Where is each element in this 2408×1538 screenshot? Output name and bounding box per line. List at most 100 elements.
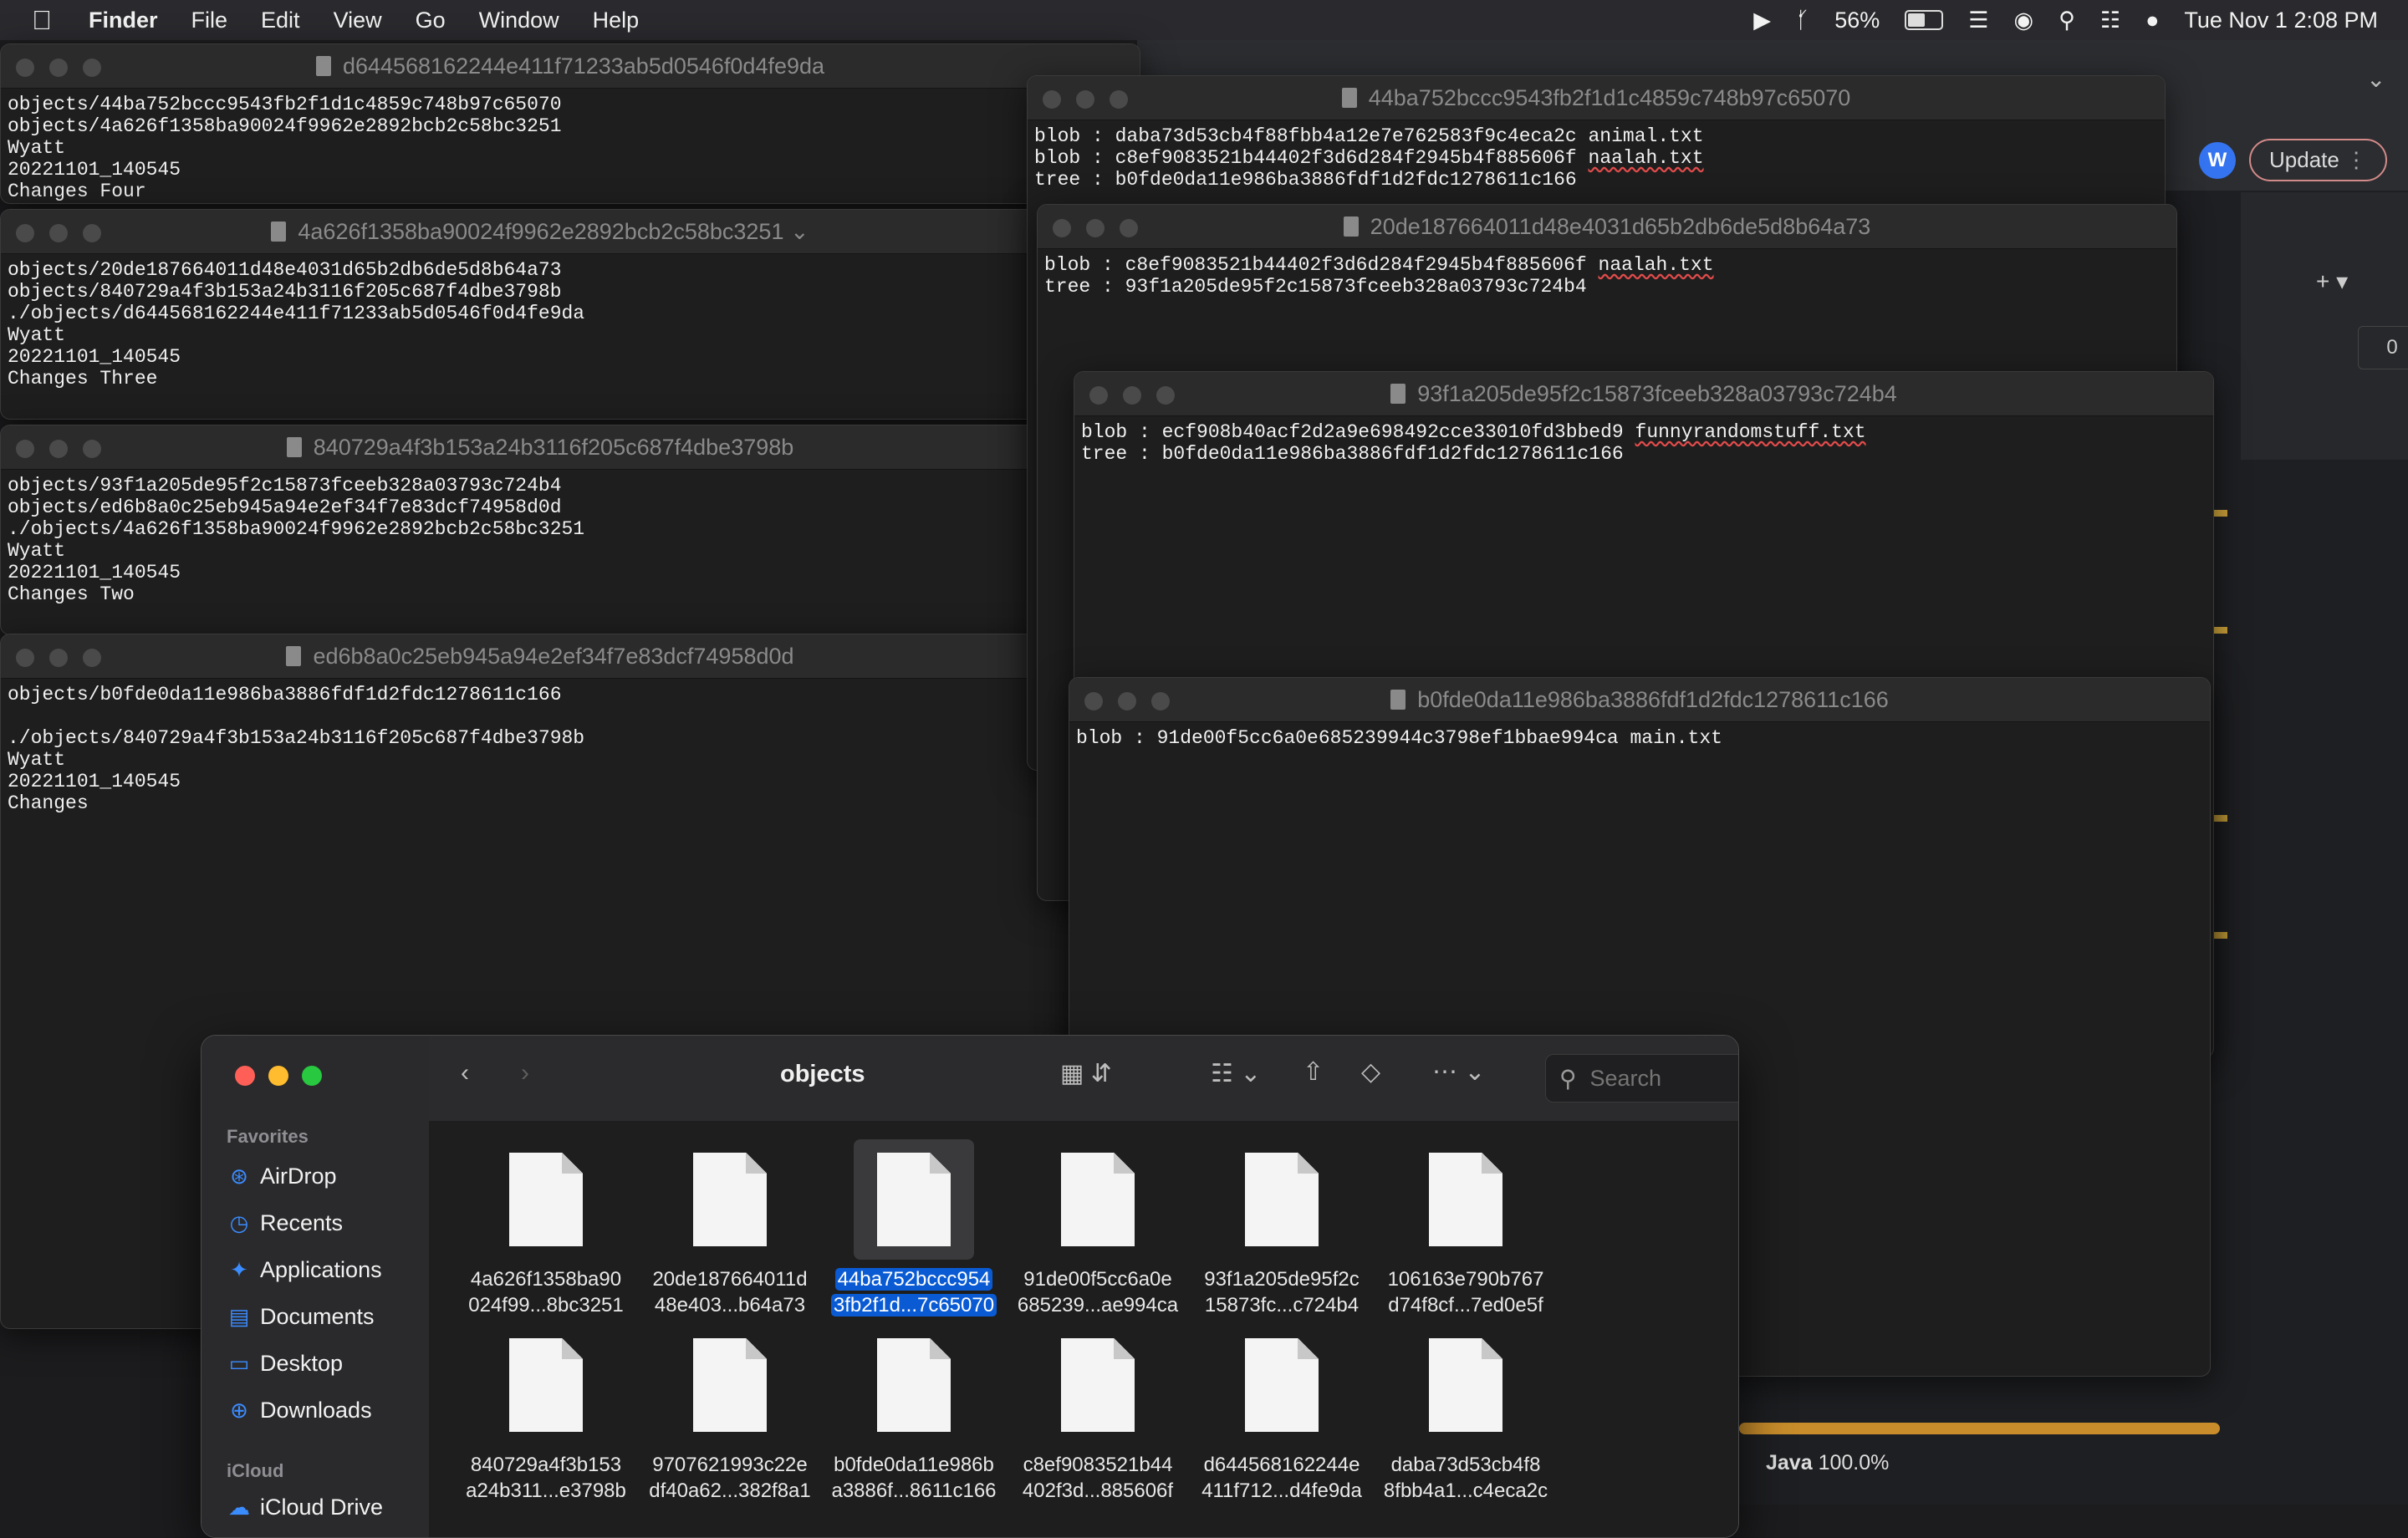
search-input[interactable] [1588, 1064, 1738, 1092]
siri-icon[interactable]: ● [2145, 8, 2159, 33]
zoom-button[interactable] [1110, 90, 1128, 109]
avatar[interactable]: W [2199, 142, 2236, 179]
misspelled-filename: naalah.txt [1598, 254, 1714, 276]
object-window-d644568[interactable]: d644568162244e411f71233ab5d0546f0d4fe9da… [0, 43, 1140, 204]
close-button[interactable] [16, 440, 34, 458]
file-item[interactable]: 93f1a205de95f2c 15873fc...c724b4 [1190, 1139, 1374, 1318]
menu-help[interactable]: Help [593, 8, 640, 33]
zoom-button[interactable] [1156, 386, 1175, 405]
zoom-button[interactable] [1120, 219, 1138, 237]
file-name-line: a3886f...8611c166 [831, 1479, 997, 1502]
menu-file[interactable]: File [191, 8, 228, 33]
window-title: 44ba752bccc9543fb2f1d1c4859c748b97c65070 [1368, 84, 1851, 110]
menu-app-name[interactable]: Finder [89, 8, 158, 33]
finder-window[interactable]: Favorites ⊛ AirDrop ◷ Recents ✦ Application… [201, 1035, 1739, 1538]
more-actions-icon[interactable]: ⋯ ⌄ [1432, 1057, 1485, 1087]
menu-go[interactable]: Go [416, 8, 446, 33]
file-item[interactable]: c8ef9083521b44 402f3d...885606f [1006, 1325, 1190, 1504]
apple-menu-icon[interactable]:  [32, 5, 52, 36]
sidebar-item-applications[interactable]: ✦ Applications [227, 1250, 382, 1290]
play-status-icon[interactable]: ▶ [1753, 8, 1771, 33]
object-window-840729a[interactable]: 840729a4f3b153a24b3116f205c687f4dbe3798b… [0, 425, 1080, 635]
back-icon[interactable]: ‹ [461, 1059, 469, 1087]
battery-icon[interactable] [1905, 10, 1944, 30]
spotlight-search-icon[interactable]: ⚲ [2059, 8, 2075, 33]
add-icon[interactable]: + ▾ [2316, 267, 2348, 295]
close-button[interactable] [1053, 219, 1071, 237]
file-name-line: 411f712...d4fe9da [1201, 1479, 1362, 1502]
menu-window[interactable]: Window [479, 8, 559, 33]
bluetooth-icon[interactable]: ᚶ [1796, 8, 1809, 33]
zoom-button[interactable] [1151, 692, 1170, 710]
airdrop-icon: ⊛ [230, 1163, 248, 1189]
minimize-button[interactable] [1123, 386, 1141, 405]
menu-clock[interactable]: Tue Nov 1 2:08 PM [2184, 8, 2378, 33]
file-item[interactable]: 20de187664011d 48e403...b64a73 [638, 1139, 822, 1318]
counter-field[interactable]: 0 [2358, 326, 2408, 369]
close-button[interactable] [16, 649, 34, 667]
window-title: 93f1a205de95f2c15873fceeb328a03793c724b4 [1417, 380, 1897, 406]
zoom-button[interactable] [83, 649, 101, 667]
file-name: 840729a4f3b153 a24b311...e3798b [454, 1452, 638, 1504]
object-window-4a626f1[interactable]: 4a626f1358ba90024f9962e2892bcb2c58bc3251… [0, 209, 1080, 420]
minimize-button[interactable] [49, 224, 68, 242]
chevron-down-icon[interactable]: ⌄ [2366, 65, 2385, 93]
file-item[interactable]: 840729a4f3b153 a24b311...e3798b [454, 1325, 638, 1504]
sidebar-item-recents[interactable]: ◷ Recents [227, 1203, 343, 1243]
forward-icon[interactable]: › [521, 1059, 529, 1087]
control-center-icon[interactable]: ☷ [2100, 8, 2120, 33]
user-account-icon[interactable]: ◉ [2014, 8, 2034, 33]
sidebar-item-documents[interactable]: ▤ Documents [227, 1296, 375, 1337]
close-button[interactable] [1089, 386, 1108, 405]
minimize-button[interactable] [49, 59, 68, 77]
zoom-button[interactable] [83, 59, 101, 77]
group-icon[interactable]: ☷ ⌄ [1211, 1059, 1261, 1088]
update-button[interactable]: Update ⋮ [2249, 139, 2388, 181]
close-button[interactable] [16, 224, 34, 242]
minimize-button[interactable] [1086, 219, 1105, 237]
menu-view[interactable]: View [334, 8, 382, 33]
chevron-down-icon[interactable]: ⌄ [790, 219, 809, 244]
file-name-line: 840729a4f3b153 [470, 1454, 622, 1476]
minimize-button[interactable] [1118, 692, 1136, 710]
sidebar-item-downloads[interactable]: ⊕ Downloads [227, 1390, 371, 1430]
sidebar-item-airdrop[interactable]: ⊛ AirDrop [227, 1156, 336, 1196]
minimize-button[interactable] [1076, 90, 1094, 109]
sidebar-item-icloud-drive[interactable]: ☁ iCloud Drive [227, 1487, 383, 1527]
downloads-icon: ⊕ [230, 1397, 248, 1423]
file-name-line: d74f8cf...7ed0e5f [1388, 1294, 1543, 1316]
file-item[interactable]: 9707621993c22e df40a62...382f8a1 [638, 1325, 822, 1504]
zoom-button[interactable] [83, 224, 101, 242]
file-item[interactable]: 106163e790b767 d74f8cf...7ed0e5f [1374, 1139, 1558, 1318]
zoom-button[interactable] [302, 1066, 322, 1086]
file-item[interactable]: 44ba752bccc954 3fb2f1d...7c65070 [822, 1139, 1006, 1318]
menu-edit[interactable]: Edit [261, 8, 300, 33]
sidebar-item-desktop[interactable]: ▭ Desktop [227, 1343, 343, 1383]
file-item[interactable]: b0fde0da11e986b a3886f...8611c166 [822, 1325, 1006, 1504]
close-button[interactable] [16, 59, 34, 77]
close-button[interactable] [1043, 90, 1061, 109]
misspelled-filename: naalah.txt [1588, 147, 1704, 169]
file-name: daba73d53cb4f8 8fbb4a1...c4eca2c [1374, 1452, 1558, 1504]
close-button[interactable] [1084, 692, 1103, 710]
share-icon[interactable]: ⇧ [1303, 1057, 1324, 1087]
file-item[interactable]: d644568162244e 411f712...d4fe9da [1190, 1325, 1374, 1504]
file-item[interactable]: daba73d53cb4f8 8fbb4a1...c4eca2c [1374, 1325, 1558, 1504]
search-field[interactable]: ⚲ [1545, 1054, 1738, 1103]
menu-bar:  Finder File Edit View Go Window Help ▶… [0, 0, 2408, 40]
sidebar-item-label: iCloud Drive [260, 1494, 384, 1520]
window-title: ed6b8a0c25eb945a94e2ef34f7e83dcf74958d0d [313, 643, 794, 669]
minimize-button[interactable] [49, 649, 68, 667]
wifi-icon[interactable]: ☰ [1968, 8, 1988, 33]
close-button[interactable] [235, 1066, 255, 1086]
tag-icon[interactable]: ◇ [1361, 1057, 1380, 1087]
document-icon [1222, 1325, 1342, 1445]
icon-view-icon[interactable]: ▦ ⇵ [1060, 1059, 1112, 1088]
zoom-button[interactable] [83, 440, 101, 458]
file-item[interactable]: 91de00f5cc6a0e 685239...ae994ca [1006, 1139, 1190, 1318]
cloud-icon: ☁ [228, 1494, 250, 1520]
minimize-button[interactable] [49, 440, 68, 458]
minimize-button[interactable] [268, 1066, 288, 1086]
file-item[interactable]: 4a626f1358ba90 024f99...8bc3251 [454, 1139, 638, 1318]
language-stat: Java 100.0% [1766, 1451, 1889, 1475]
